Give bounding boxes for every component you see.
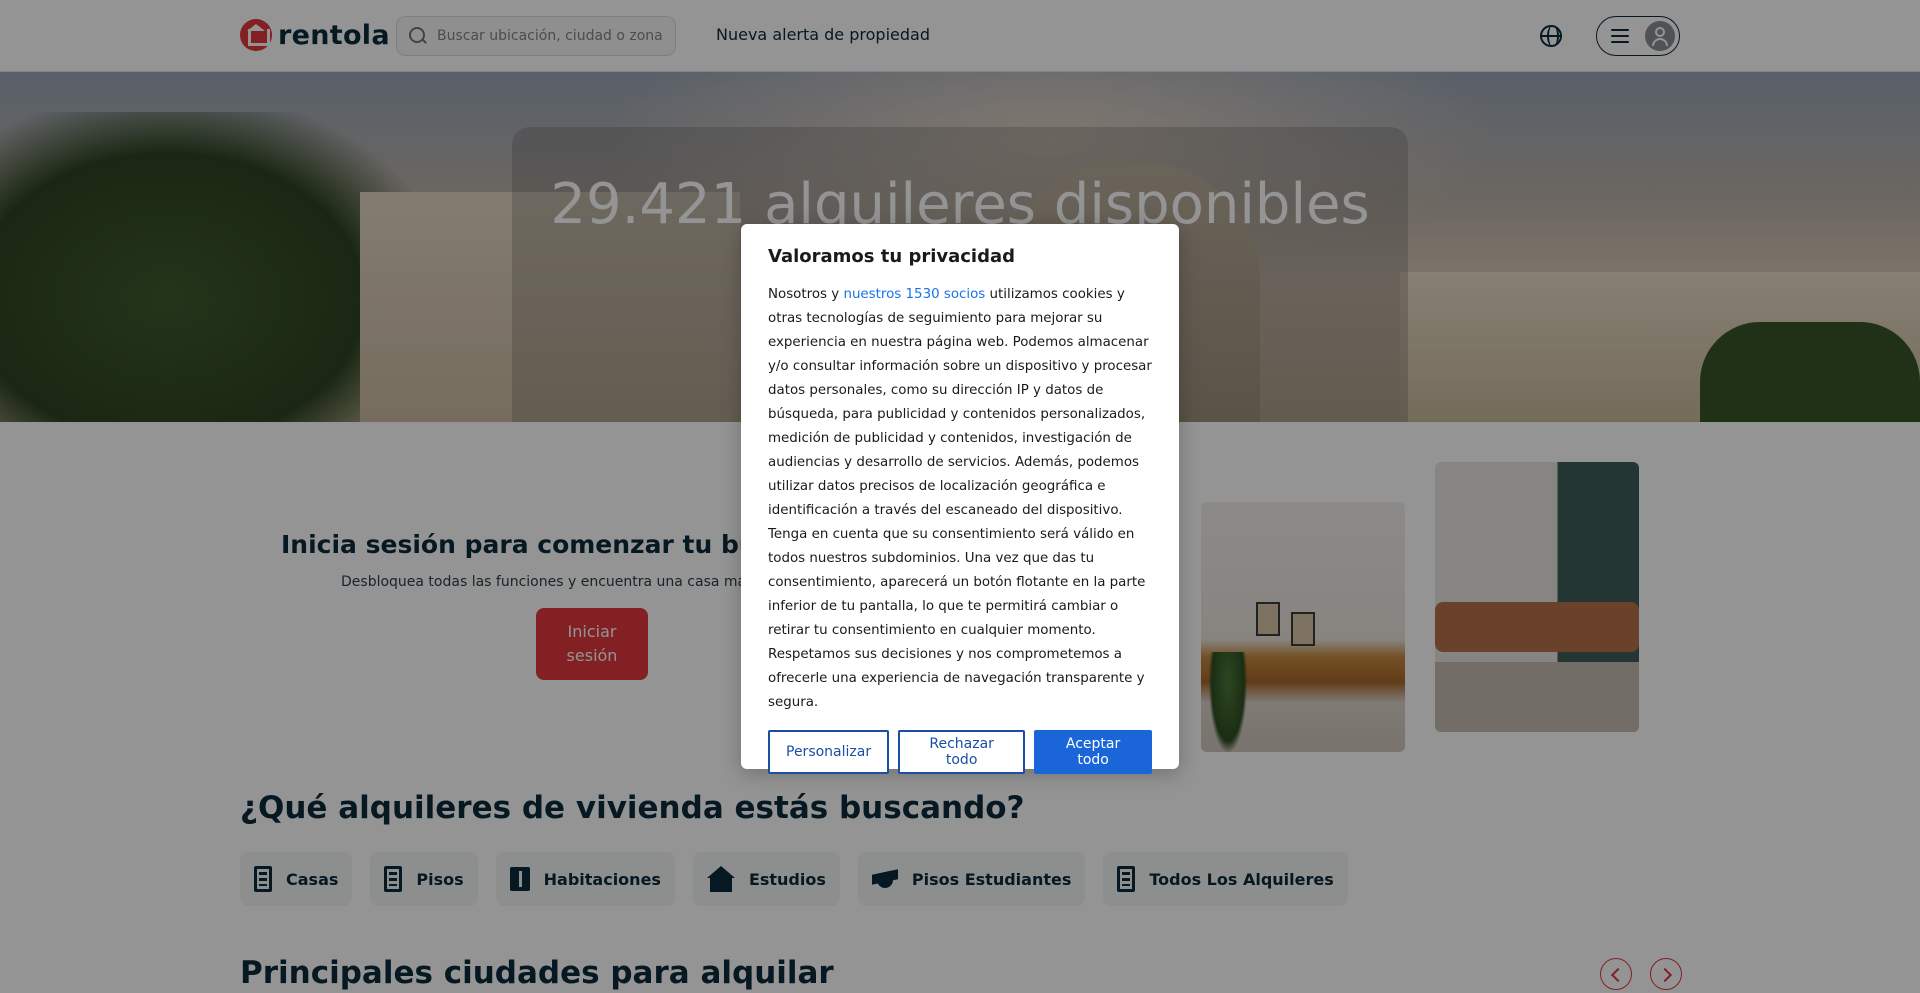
consent-body: Nosotros y nuestros 1530 socios utilizam…	[768, 283, 1152, 715]
consent-actions: Personalizar Rechazar todo Aceptar todo	[768, 730, 1152, 774]
cookie-consent-dialog: Valoramos tu privacidad Nosotros y nuest…	[741, 224, 1179, 774]
consent-body-prefix: Nosotros y	[768, 287, 844, 302]
accept-all-button[interactable]: Aceptar todo	[1034, 730, 1152, 774]
reject-all-button[interactable]: Rechazar todo	[898, 730, 1026, 774]
consent-body-p1: utilizamos cookies y otras tecnologías d…	[768, 287, 1152, 518]
consent-title: Valoramos tu privacidad	[768, 246, 1016, 267]
partners-link[interactable]: nuestros 1530 socios	[843, 287, 985, 302]
customize-button[interactable]: Personalizar	[768, 730, 890, 774]
consent-body-p2: Tenga en cuenta que su consentimiento se…	[768, 527, 1146, 710]
